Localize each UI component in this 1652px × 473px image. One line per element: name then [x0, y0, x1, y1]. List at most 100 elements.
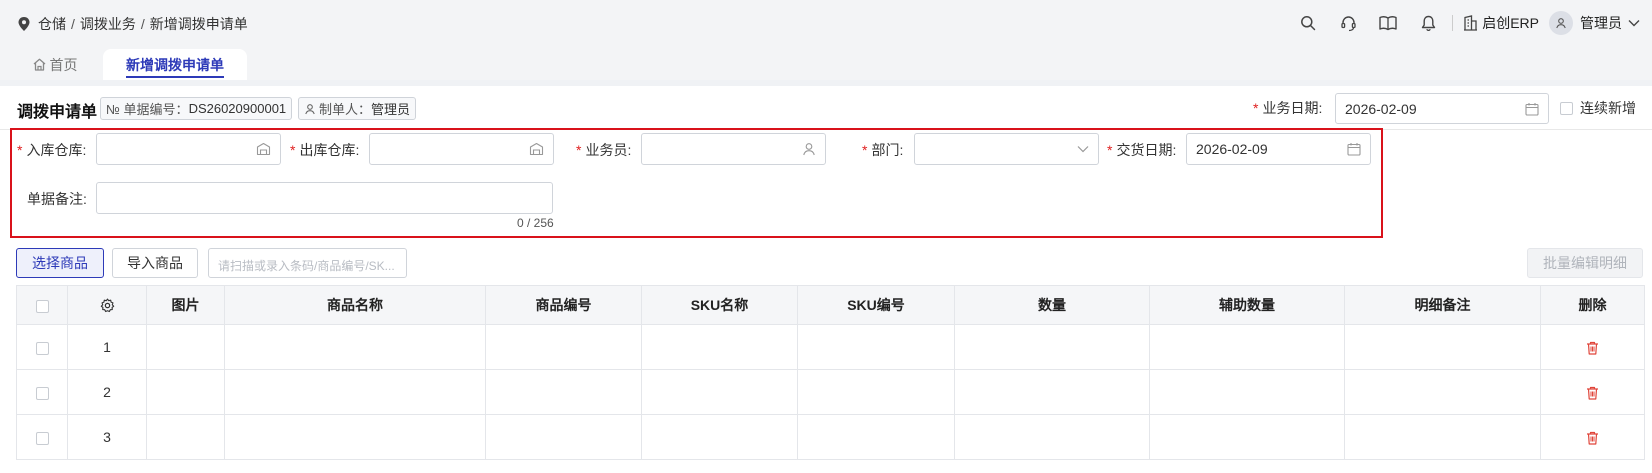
chevron-down-icon — [1077, 145, 1089, 153]
breadcrumb-item-transfer[interactable]: 调拨业务 — [80, 14, 136, 34]
tab-new-transfer-request-label: 新增调拨申请单 — [126, 56, 224, 73]
header-divider — [1452, 15, 1454, 31]
username[interactable]: 管理员 — [1580, 13, 1622, 33]
cell-quantity[interactable] — [954, 324, 1150, 370]
column-header-sku-name: SKU名称 — [641, 285, 798, 325]
cell-goods-code[interactable] — [485, 369, 642, 415]
document-number-value: DS26020900001 — [188, 101, 287, 116]
cell-goods-code[interactable] — [485, 324, 642, 370]
user-icon — [305, 103, 315, 114]
warehouse-icon — [529, 142, 544, 156]
continuous-add-label[interactable]: 连续新增 — [1580, 98, 1636, 118]
bell-icon[interactable] — [1418, 13, 1438, 33]
trash-icon[interactable] — [1586, 386, 1599, 400]
cell-aux-quantity[interactable] — [1149, 369, 1345, 415]
batch-edit-button: 批量编辑明细 — [1527, 248, 1643, 278]
row-checkbox[interactable] — [35, 386, 49, 400]
row-checkbox[interactable] — [35, 341, 49, 355]
creator-tag: 制单人： 管理员 — [298, 97, 417, 120]
company-name: 启创ERP — [1482, 15, 1539, 31]
cell-aux-quantity[interactable] — [1149, 414, 1345, 460]
business-date-value: 2026-02-09 — [1345, 101, 1417, 117]
page-title: 调拨申请单 — [17, 104, 98, 121]
cell-goods-name[interactable] — [224, 414, 486, 460]
breadcrumb-item-warehouse[interactable]: 仓储 — [38, 14, 66, 34]
continuous-add-checkbox[interactable] — [1560, 102, 1573, 115]
cell-goods-name[interactable] — [224, 369, 486, 415]
gear-icon[interactable] — [100, 298, 115, 313]
customer-service-icon[interactable] — [1338, 13, 1358, 33]
salesperson-select[interactable] — [641, 133, 826, 165]
search-icon[interactable] — [1298, 13, 1318, 33]
cell-sku-code[interactable] — [797, 369, 955, 415]
column-header-goods-name: 商品名称 — [224, 285, 486, 325]
building-icon — [1464, 15, 1478, 31]
user-icon — [802, 142, 816, 156]
trash-icon[interactable] — [1586, 431, 1599, 445]
in-warehouse-select[interactable] — [96, 133, 281, 165]
business-date-label: * 业务日期: — [1253, 100, 1323, 116]
cell-line-remark[interactable] — [1344, 414, 1541, 460]
cell-delete — [1540, 324, 1645, 370]
location-pin-icon — [18, 17, 30, 31]
remark-char-counter: 0 / 256 — [517, 216, 554, 230]
trash-icon[interactable] — [1586, 341, 1599, 355]
document-header: 调拨申请单 № 单据编号： DS26020900001 制单人： 管理员 * 业务… — [0, 86, 1652, 130]
cell-sku-code[interactable] — [797, 324, 955, 370]
column-header-goods-code: 商品编号 — [485, 285, 642, 325]
cell-sku-name[interactable] — [641, 324, 798, 370]
barcode-scan-input[interactable]: 请扫描或录入条码/商品编号/SK... — [208, 248, 407, 278]
cell-line-remark[interactable] — [1344, 324, 1541, 370]
table-row: 3 — [16, 414, 1645, 460]
out-warehouse-select[interactable] — [369, 133, 554, 165]
column-header-delete: 删除 — [1540, 285, 1645, 325]
out-warehouse-label: * 出库仓库: — [290, 142, 360, 158]
cell-image[interactable] — [146, 369, 225, 415]
chevron-down-icon[interactable] — [1628, 19, 1640, 27]
table-row: 1 — [16, 324, 1645, 370]
cell-image[interactable] — [146, 324, 225, 370]
select-goods-button[interactable]: 选择商品 — [16, 248, 104, 278]
user-icon — [1556, 18, 1566, 29]
cell-delete — [1540, 414, 1645, 460]
select-all-checkbox[interactable] — [35, 299, 49, 313]
document-number-label: № 单据编号： — [106, 102, 189, 117]
calendar-icon — [1347, 142, 1361, 156]
required-mark: * — [1253, 100, 1259, 116]
column-header-line-remark: 明细备注 — [1344, 285, 1541, 325]
import-goods-button[interactable]: 导入商品 — [112, 248, 198, 278]
department-select[interactable] — [914, 133, 1099, 165]
top-bar: 仓储 / 调拨业务 / 新增调拨申请单 启创ERP 管理员 — [0, 0, 1652, 46]
business-date-picker[interactable]: 2026-02-09 — [1335, 93, 1549, 124]
cell-goods-name[interactable] — [224, 324, 486, 370]
row-checkbox[interactable] — [35, 431, 49, 445]
cell-line-remark[interactable] — [1344, 369, 1541, 415]
cell-sku-name[interactable] — [641, 414, 798, 460]
cell-sku-code[interactable] — [797, 414, 955, 460]
breadcrumb-separator: / — [140, 16, 145, 32]
cell-quantity[interactable] — [954, 414, 1150, 460]
breadcrumb-item-current: 新增调拨申请单 — [149, 16, 248, 32]
calendar-icon — [1525, 102, 1539, 116]
delivery-date-picker[interactable]: 2026-02-09 — [1186, 133, 1371, 165]
column-header-aux-quantity: 辅助数量 — [1149, 285, 1345, 325]
remark-input[interactable] — [96, 182, 553, 214]
table-row: 2 — [16, 369, 1645, 415]
cell-sku-name[interactable] — [641, 369, 798, 415]
breadcrumb-separator: / — [71, 16, 75, 32]
row-index: 1 — [67, 324, 147, 370]
cell-image[interactable] — [146, 414, 225, 460]
book-icon[interactable] — [1378, 13, 1398, 33]
cell-aux-quantity[interactable] — [1149, 324, 1345, 370]
tab-new-transfer-request[interactable]: 新增调拨申请单 — [103, 49, 247, 80]
delivery-date-label: * 交货日期: — [1107, 142, 1177, 158]
cell-quantity[interactable] — [954, 369, 1150, 415]
company-switcher[interactable]: 启创ERP — [1463, 13, 1539, 33]
cell-goods-code[interactable] — [485, 414, 642, 460]
column-header-sku-code: SKU编号 — [797, 285, 955, 325]
tab-home[interactable]: 首页 — [20, 49, 90, 80]
cell-delete — [1540, 369, 1645, 415]
in-warehouse-label: * 入库仓库: — [17, 142, 87, 158]
document-number-tag: № 单据编号： DS26020900001 — [100, 97, 293, 120]
avatar[interactable] — [1549, 11, 1573, 35]
